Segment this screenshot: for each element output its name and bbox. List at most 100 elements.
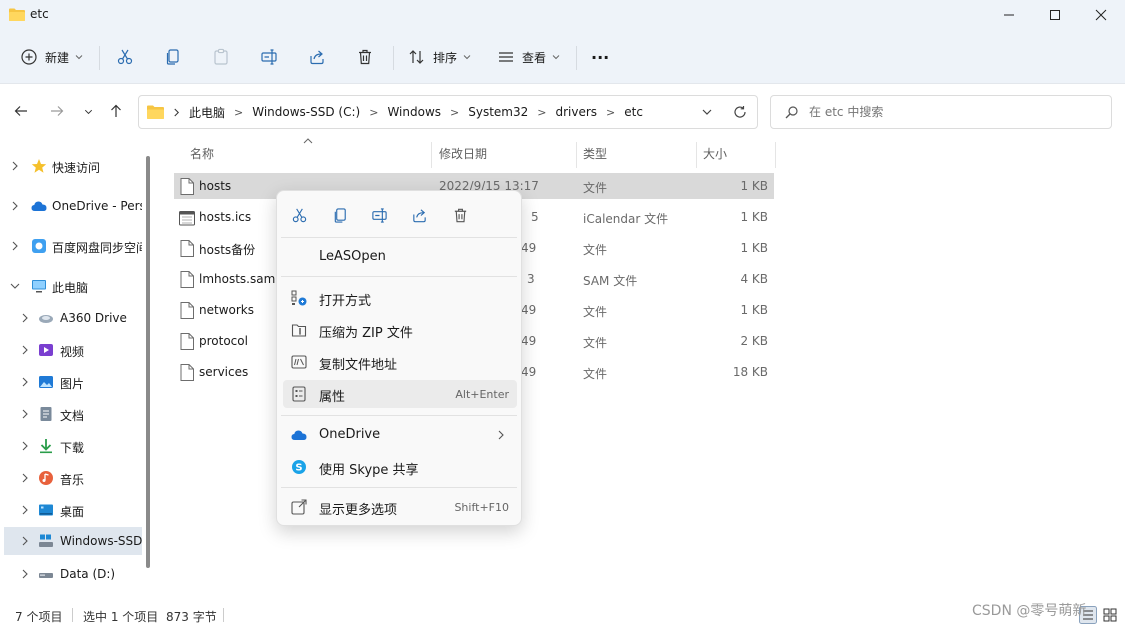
file-icon — [180, 271, 194, 288]
sidebar-item-baidu-sync[interactable]: 百度网盘同步空间 — [0, 232, 142, 260]
context-rename-button[interactable] — [367, 203, 391, 227]
crumb-drive[interactable]: Windows-SSD (C:) — [252, 105, 360, 119]
column-header-name[interactable]: 名称 — [190, 138, 430, 168]
back-button[interactable] — [10, 101, 32, 121]
file-type: 文件 — [583, 243, 608, 257]
refresh-icon[interactable] — [733, 105, 747, 119]
column-divider[interactable] — [431, 142, 432, 168]
column-header-size[interactable]: 大小 — [703, 138, 773, 168]
paste-button[interactable] — [212, 43, 230, 71]
address-bar[interactable]: 此电脑 > Windows-SSD (C:) > Windows > Syste… — [138, 95, 758, 129]
crumb-windows[interactable]: Windows — [387, 105, 441, 119]
context-cut-button[interactable] — [287, 203, 311, 227]
chevron-right-icon — [12, 201, 18, 211]
sidebar-item-a360-drive[interactable]: A360 Drive — [0, 304, 142, 332]
chevron-right-icon: > — [450, 105, 460, 119]
sidebar-item-documents[interactable]: 文档 — [0, 400, 142, 428]
file-size: 1 KB — [740, 210, 768, 224]
context-menu: LeASOpen 打开方式 压缩为 ZIP 文件 复制文件地址 属性 Alt+E… — [276, 190, 522, 526]
sidebar-item-downloads[interactable]: 下载 — [0, 432, 142, 460]
item-count: 7 个项目 — [15, 610, 63, 624]
file-name: services — [199, 365, 249, 379]
recent-locations-button[interactable] — [77, 101, 99, 121]
rename-icon — [261, 49, 277, 65]
crumb-this-pc[interactable]: 此电脑 — [189, 104, 225, 121]
context-copy-button[interactable] — [328, 203, 352, 227]
sidebar-item-music[interactable]: 音乐 — [0, 464, 142, 492]
menu-item-open-with[interactable]: 打开方式 — [283, 284, 517, 312]
column-header-type[interactable]: 类型 — [583, 138, 693, 168]
sidebar-item-quick-access[interactable]: 快速访问 — [0, 152, 142, 180]
menu-item-copy-path[interactable]: 复制文件地址 — [283, 348, 517, 376]
column-header-date[interactable]: 修改日期 — [439, 138, 569, 168]
view-button[interactable]: 查看 — [497, 43, 560, 71]
minimize-button[interactable] — [986, 0, 1032, 30]
sidebar-item-pictures[interactable]: 图片 — [0, 368, 142, 396]
copy-icon — [166, 49, 179, 65]
trash-icon — [454, 208, 466, 222]
chevron-down-icon — [552, 55, 560, 60]
chevron-right-icon — [22, 377, 28, 387]
sidebar-scrollbar[interactable] — [146, 156, 150, 568]
more-options-button[interactable]: ··· — [591, 43, 609, 71]
file-size: 1 KB — [740, 303, 768, 317]
sidebar-item-videos[interactable]: 视频 — [0, 336, 142, 364]
navigation-bar: 此电脑 > Windows-SSD (C:) > Windows > Syste… — [0, 84, 1125, 138]
shortcut-label: Shift+F10 — [454, 501, 509, 514]
search-box[interactable] — [770, 95, 1112, 129]
column-divider[interactable] — [576, 142, 577, 168]
context-share-button[interactable] — [407, 203, 431, 227]
search-input[interactable] — [809, 102, 1099, 122]
baidu-icon — [32, 239, 46, 253]
folder-icon — [147, 105, 164, 119]
chevron-right-icon — [22, 569, 28, 579]
status-bar: 7 个项目 选中 1 个项目 873 字节 — [0, 600, 1125, 628]
menu-item-properties[interactable]: 属性 Alt+Enter — [283, 380, 517, 408]
chevron-right-icon — [22, 345, 28, 355]
menu-item-onedrive[interactable]: OneDrive — [283, 421, 517, 449]
file-date: 3 — [527, 272, 535, 286]
up-button[interactable] — [105, 101, 127, 121]
file-date: 49 — [521, 334, 537, 348]
music-icon — [39, 471, 53, 485]
chevron-right-icon — [22, 409, 28, 419]
file-type: 文件 — [583, 336, 608, 350]
column-divider[interactable] — [775, 142, 776, 168]
sidebar-item-this-pc[interactable]: 此电脑 — [0, 272, 142, 300]
share-button[interactable] — [308, 43, 326, 71]
menu-item-compress-zip[interactable]: 压缩为 ZIP 文件 — [283, 316, 517, 344]
open-with-icon — [291, 290, 307, 306]
sidebar-item-onedrive[interactable]: OneDrive - Pers — [0, 192, 142, 220]
file-type: SAM 文件 — [583, 274, 638, 288]
menu-item-leasopen[interactable]: LeASOpen — [283, 243, 517, 271]
rename-button[interactable] — [260, 43, 278, 71]
sort-icon — [409, 50, 424, 64]
sort-button[interactable]: 排序 — [408, 43, 471, 71]
window-title: etc — [30, 7, 49, 21]
desktop-icon — [39, 504, 53, 516]
sidebar-item-desktop[interactable]: 桌面 — [0, 496, 142, 524]
chevron-right-icon — [22, 473, 28, 483]
selection-size: 873 字节 — [166, 610, 217, 624]
column-divider[interactable] — [696, 142, 697, 168]
maximize-icon — [1050, 10, 1060, 20]
context-delete-button[interactable] — [448, 203, 472, 227]
maximize-button[interactable] — [1032, 0, 1078, 30]
menu-item-skype-share[interactable]: S 使用 Skype 共享 — [283, 453, 517, 481]
new-button[interactable]: 新建 — [20, 43, 83, 71]
sidebar-item-windows-ssd[interactable]: Windows-SSD — [4, 527, 142, 555]
crumb-etc[interactable]: etc — [624, 105, 643, 119]
crumb-system32[interactable]: System32 — [468, 105, 528, 119]
command-bar: 新建 排序 查看 ··· — [0, 30, 1125, 84]
tiles-view-icon[interactable] — [1101, 606, 1119, 624]
forward-button[interactable] — [46, 101, 68, 121]
menu-item-show-more-options[interactable]: 显示更多选项 Shift+F10 — [283, 493, 517, 521]
delete-button[interactable] — [356, 43, 374, 71]
file-date: 5 — [531, 210, 539, 224]
copy-button[interactable] — [164, 43, 182, 71]
sidebar-item-data-drive[interactable]: Data (D:) — [0, 560, 142, 588]
close-button[interactable] — [1078, 0, 1124, 30]
chevron-down-icon[interactable] — [701, 106, 713, 118]
crumb-drivers[interactable]: drivers — [555, 105, 597, 119]
cut-button[interactable] — [116, 43, 134, 71]
